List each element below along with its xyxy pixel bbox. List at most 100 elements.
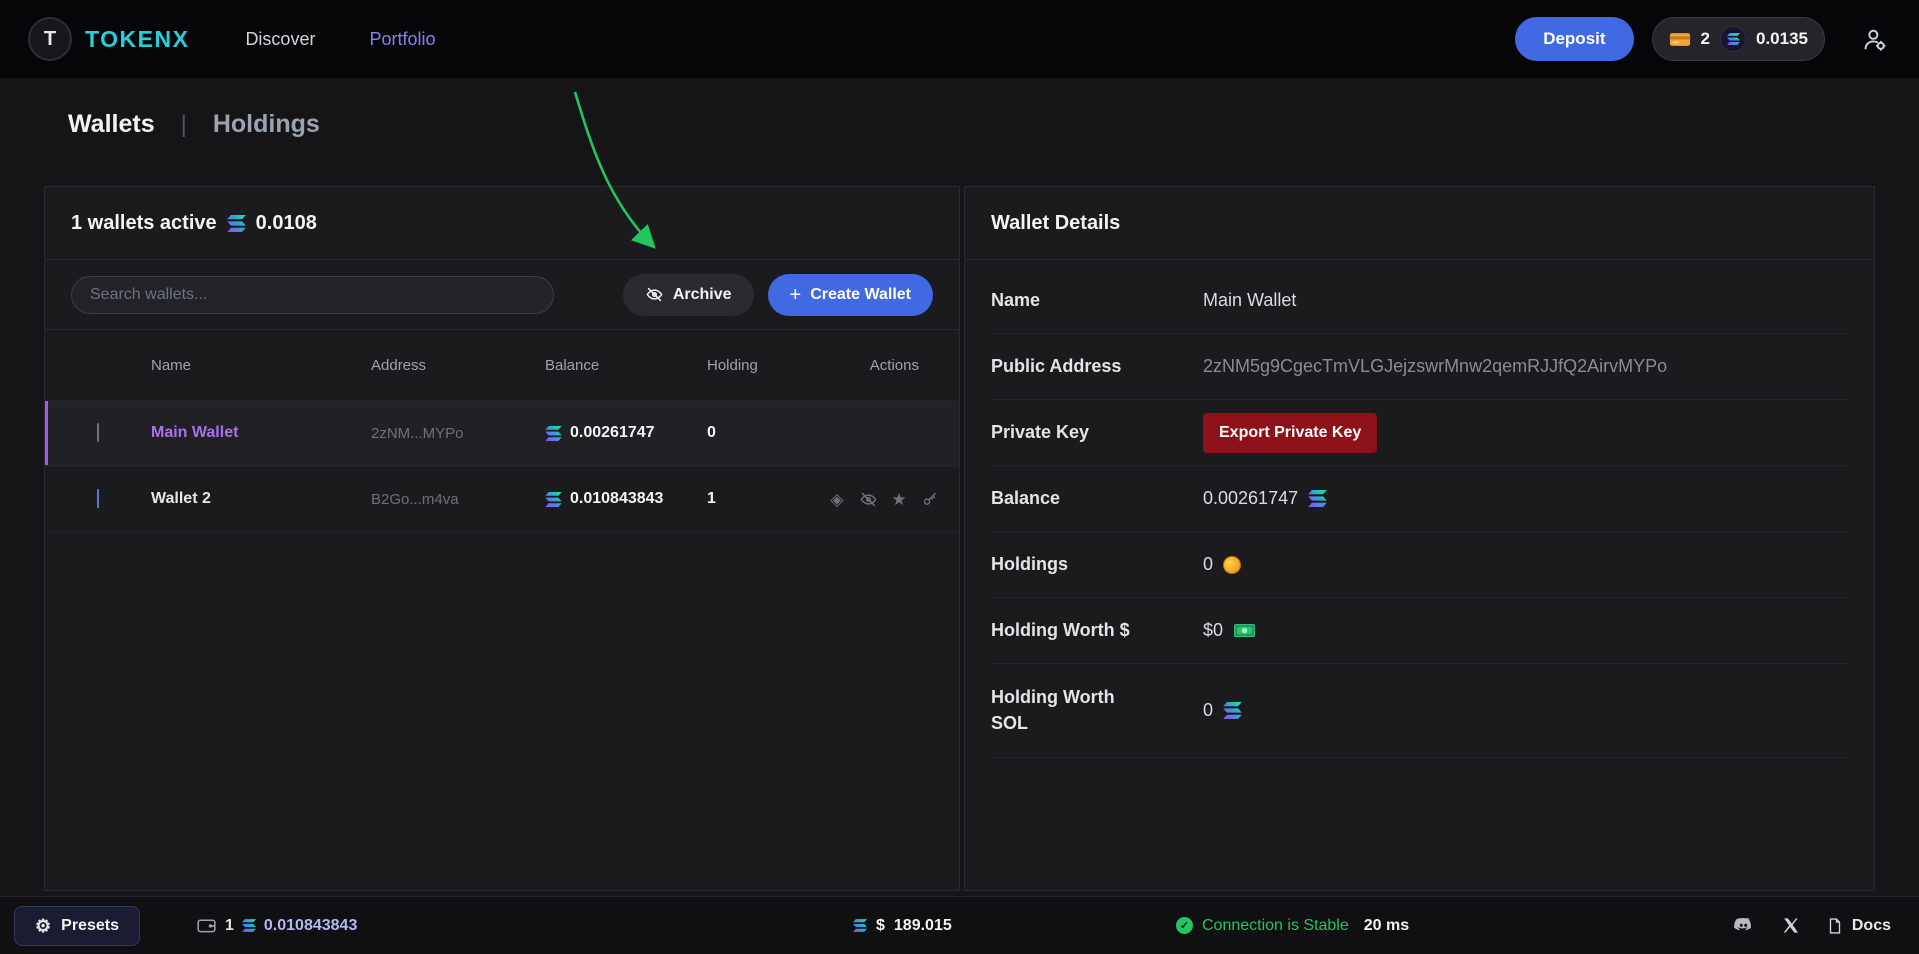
detail-label: Public Address [991,354,1203,379]
col-address: Address [371,357,545,374]
detail-label: Holding Worth SOL [991,685,1203,735]
money-bill-icon [1233,623,1256,638]
plus-icon: + [790,285,802,305]
x-twitter-icon[interactable] [1781,916,1800,935]
logo-letter: T [44,28,56,51]
wallet-details-title: Wallet Details [965,187,1874,260]
sol-icon [545,492,562,507]
discord-icon[interactable] [1732,914,1755,937]
connection-label: Connection is Stable [1202,917,1349,935]
create-wallet-button[interactable]: + Create Wallet [768,274,933,316]
docs-icon [1826,917,1844,935]
footer-wallet-summary[interactable]: 1 0.010843843 [196,897,357,954]
sol-price-value: 189.015 [894,917,952,935]
holdings-value: 0 [1203,554,1213,575]
wallet-details-fields: Name Main Wallet Public Address 2zNM5g9C… [965,260,1874,758]
detail-row-holding-worth-sol: Holding Worth SOL 0 [991,664,1848,758]
wallet-balance: 0.00261747 [570,424,655,442]
tab-separator: | [181,111,187,139]
archive-button[interactable]: Archive [623,274,754,316]
coin-icon [1223,556,1241,574]
wallets-panel: 1 wallets active 0.0108 Archive + Create… [44,186,960,891]
archive-label: Archive [673,286,732,304]
detail-label: Name [991,288,1203,313]
detail-row-holding-worth-usd: Holding Worth $ $0 [991,598,1848,664]
nav-discover[interactable]: Discover [245,29,315,50]
wallets-table: Name Address Balance Holding Actions Mai… [45,330,959,532]
top-navbar: T TOKENX Discover Portfolio Deposit 2 0.… [0,0,1919,78]
sol-price-currency: $ [876,917,885,935]
export-private-key-button[interactable]: Export Private Key [1203,413,1377,453]
card-count: 2 [1701,29,1710,49]
connection-status: ✓ Connection is Stable 20 ms [1176,897,1409,954]
balance-value: 0.00261747 [1203,488,1298,509]
detail-label: Holding Worth $ [991,618,1203,643]
sol-icon [1727,33,1740,45]
create-wallet-label: Create Wallet [810,286,911,304]
wallet-balance-pill[interactable]: 2 0.0135 [1652,17,1825,61]
status-bar: ⚙ Presets 1 0.010843843 $ 189.015 ✓ Conn… [0,896,1919,954]
wallet-row[interactable]: Wallet 2 B2Go...m4va 0.010843843 1 ◈ ★ [45,466,959,532]
account-settings-icon[interactable] [1857,22,1891,56]
col-balance: Balance [545,357,707,374]
deposit-button[interactable]: Deposit [1515,17,1633,61]
public-address-value: 2zNM5g9CgecTmVLGJejzswrMnw2qemRJJfQ2Airv… [1203,356,1667,377]
detail-value: Main Wallet [1203,290,1296,311]
wallet-holding: 1 [707,490,827,508]
wallet-checkbox[interactable] [97,489,99,508]
navbar-left: T TOKENX Discover Portfolio [28,17,436,61]
main-nav: Discover Portfolio [245,29,435,50]
connection-ok-icon: ✓ [1176,917,1193,934]
sol-icon [545,426,562,441]
wallets-summary: 1 wallets active 0.0108 [45,187,959,260]
navbar-right: Deposit 2 0.0135 [1515,17,1891,61]
card-icon [1669,31,1691,48]
wallet-row[interactable]: Main Wallet 2zNM...MYPo 0.00261747 0 [45,400,959,466]
sol-price: $ 189.015 [853,897,952,954]
wallet-details-panel: Wallet Details Name Main Wallet Public A… [964,186,1875,891]
presets-gear-icon: ⚙ [35,917,51,935]
docs-link[interactable]: Docs [1826,917,1891,935]
sol-icon [1308,490,1327,507]
eye-off-icon [645,285,664,304]
holding-worth-usd-value: $0 [1203,620,1223,641]
holding-worth-sol-value: 0 [1203,700,1213,721]
wallet-checkbox[interactable] [97,423,99,442]
search-wallets-input[interactable] [71,276,554,314]
wallet-name[interactable]: Main Wallet [151,424,371,442]
wallet-actions: ◈ ★ [827,489,950,509]
sol-icon [1223,702,1242,719]
docs-label: Docs [1852,917,1891,935]
nav-portfolio[interactable]: Portfolio [369,29,435,50]
brand-name: TOKENX [85,26,189,53]
brand-logo[interactable]: T TOKENX [28,17,189,61]
gem-icon[interactable]: ◈ [827,489,847,509]
hide-wallet-icon[interactable] [858,489,878,509]
wallet-icon [196,915,217,936]
sol-icon [227,215,246,232]
sol-icon [242,919,256,932]
wallet-address: 2zNM...MYPo [371,425,545,442]
col-name: Name [151,357,371,374]
sol-coin-icon [1720,26,1746,52]
wallet-holding: 0 [707,424,827,442]
sol-balance: 0.0135 [1756,29,1808,49]
tab-holdings[interactable]: Holdings [213,110,320,139]
tab-wallets[interactable]: Wallets [68,110,155,139]
key-icon[interactable] [920,489,940,509]
presets-button[interactable]: ⚙ Presets [14,906,140,946]
presets-label: Presets [61,917,119,935]
wallets-toolbar: Archive + Create Wallet [45,260,959,330]
wallets-active-sol: 0.0108 [256,212,317,235]
wallets-active-label: 1 wallets active [71,212,217,235]
footer-links: Docs [1732,897,1891,954]
detail-row-public-address: Public Address 2zNM5g9CgecTmVLGJejzswrMn… [991,334,1848,400]
detail-label: Balance [991,486,1203,511]
portfolio-tabs: Wallets | Holdings [68,110,320,139]
detail-label: Holdings [991,552,1203,577]
wallets-table-header: Name Address Balance Holding Actions [45,330,959,400]
star-icon[interactable]: ★ [889,489,909,509]
wallet-name[interactable]: Wallet 2 [151,490,371,508]
logo-icon: T [28,17,72,61]
footer-wallet-count: 1 [225,917,234,935]
